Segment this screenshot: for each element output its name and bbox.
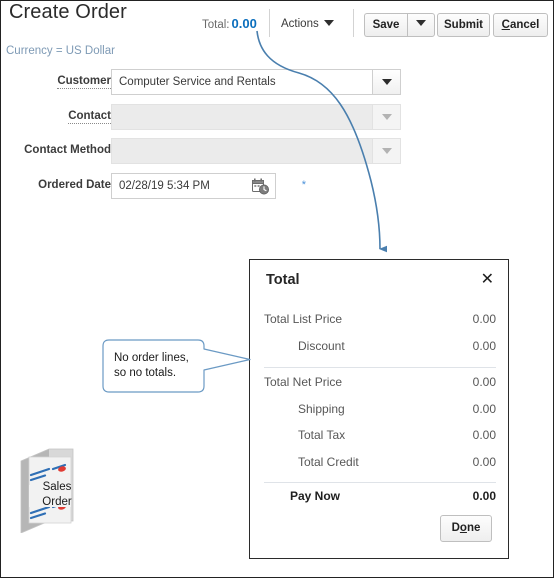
field-label-contact: Contact (68, 110, 111, 124)
callout-text: No order lines, so no totals. (114, 352, 189, 379)
done-label-suffix: ne (466, 522, 481, 534)
field-row-contact: Contact (1, 104, 401, 132)
total-row-label: Total Net Price (264, 375, 343, 389)
field-control-contact[interactable] (111, 104, 401, 130)
close-icon[interactable]: ✕ (481, 271, 494, 287)
field-row-customer: Customer Computer Service and Rentals (1, 69, 401, 97)
page-title: Create Order (9, 1, 127, 23)
field-label-ordered-date: Ordered Date (38, 179, 111, 191)
total-row-credit: Total Credit 0.00 (264, 455, 496, 473)
contact-method-input[interactable] (111, 138, 373, 164)
cancel-button[interactable]: Cancel (493, 13, 548, 37)
calendar-clock-icon[interactable] (252, 178, 269, 195)
header-total-label: Total: (202, 19, 230, 31)
total-row-tax: Total Tax 0.00 (264, 428, 496, 446)
actions-menu-button[interactable]: Actions (281, 18, 334, 30)
total-panel-separator-1 (264, 367, 496, 368)
cancel-accel-char: C (501, 19, 510, 31)
submit-button[interactable]: Submit (437, 13, 490, 37)
customer-dropdown-toggle[interactable] (373, 69, 401, 95)
total-panel-separator-2 (264, 482, 496, 483)
done-accel-char: o (459, 522, 467, 534)
header-divider-1 (269, 9, 270, 37)
total-row-label: Total Credit (298, 455, 359, 469)
done-label-prefix: D (451, 522, 460, 534)
total-row-label: Discount (298, 339, 345, 353)
total-row-discount: Discount 0.00 (264, 339, 496, 357)
chevron-down-icon (323, 20, 334, 26)
total-row-list-price: Total List Price 0.00 (264, 312, 496, 330)
total-row-value: 0.00 (472, 339, 496, 353)
ordered-date-value: 02/28/19 5:34 PM (119, 180, 210, 192)
header-total-value: 0.00 (231, 16, 257, 31)
caret-down-icon (381, 114, 392, 120)
sales-order-icon-label: Sales Order (42, 481, 72, 508)
chevron-down-icon (416, 20, 426, 26)
cancel-label-rest: ancel (509, 19, 540, 31)
field-row-ordered-date: * Ordered Date 02/28/19 5:34 PM (1, 173, 401, 201)
field-control-ordered-date[interactable]: 02/28/19 5:34 PM (111, 173, 276, 199)
contact-method-dropdown-toggle[interactable] (373, 138, 401, 164)
total-row-value: 0.00 (472, 402, 496, 416)
contact-input[interactable] (111, 104, 373, 130)
total-row-label: Total List Price (264, 312, 343, 326)
total-row-shipping: Shipping 0.00 (264, 402, 496, 420)
field-control-contact-method[interactable] (111, 138, 401, 164)
total-row-value: 0.00 (472, 455, 496, 469)
field-control-customer[interactable]: Computer Service and Rentals (111, 69, 401, 95)
total-row-value: 0.00 (472, 375, 496, 389)
total-row-pay-now: Pay Now 0.00 (264, 489, 496, 507)
save-button[interactable]: Save (364, 13, 408, 37)
done-button[interactable]: Done (440, 515, 492, 542)
total-row-label: Shipping (298, 402, 345, 416)
ordered-date-input[interactable]: 02/28/19 5:34 PM (111, 173, 276, 199)
total-row-net-price: Total Net Price 0.00 (264, 375, 496, 393)
caret-down-icon (381, 79, 392, 85)
field-label-customer: Customer (57, 75, 111, 89)
screenshot-frame: Create Order Total: 0.00 Actions Save Sub… (0, 0, 554, 578)
total-panel: Total ✕ Total List Price 0.00 Discount 0… (249, 259, 509, 559)
currency-note: Currency = US Dollar (6, 45, 115, 57)
total-row-value: 0.00 (472, 489, 496, 503)
caret-down-icon (381, 148, 392, 154)
total-row-value: 0.00 (472, 428, 496, 442)
field-row-contact-method: Contact Method (1, 138, 401, 166)
required-marker: * (301, 179, 306, 191)
save-dropdown-button[interactable] (407, 13, 435, 37)
total-row-value: 0.00 (472, 312, 496, 326)
callout-bubble: No order lines, so no totals. (101, 339, 251, 402)
contact-dropdown-toggle[interactable] (373, 104, 401, 130)
actions-menu-label: Actions (281, 18, 319, 30)
customer-input[interactable]: Computer Service and Rentals (111, 69, 373, 95)
total-row-label: Total Tax (298, 428, 346, 442)
header-total-summary: Total: 0.00 (202, 16, 257, 31)
total-panel-title: Total (266, 272, 300, 288)
total-row-label: Pay Now (290, 489, 341, 503)
sales-order-document-icon: Sales Order (15, 447, 79, 538)
field-label-contact-method: Contact Method (24, 144, 111, 156)
header-divider-2 (353, 9, 354, 37)
